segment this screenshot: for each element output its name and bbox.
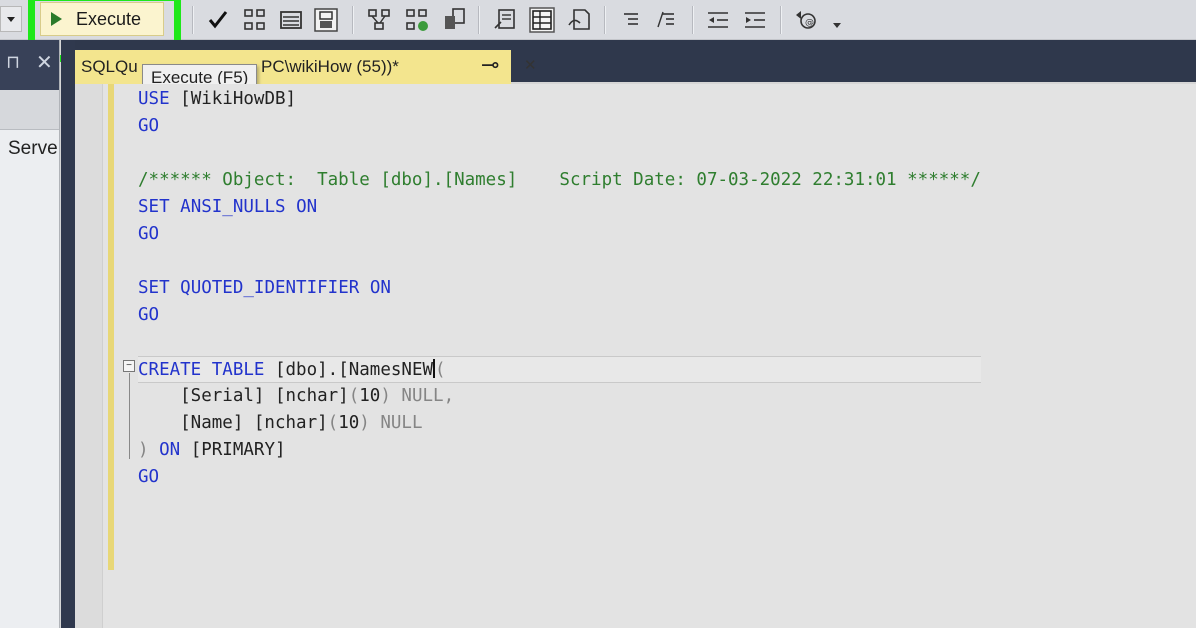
dropdown-icon[interactable] [0, 6, 22, 32]
code-token: USE [138, 89, 181, 109]
toolbar-overflow-icon[interactable] [824, 7, 841, 33]
code-line[interactable]: GO [138, 464, 981, 491]
results-grid-icon[interactable] [529, 7, 555, 33]
code-token: ON [369, 278, 391, 298]
pin-icon[interactable]: ⊓ [6, 52, 20, 73]
code-token: NULL [380, 413, 423, 433]
code-token: GO [138, 467, 160, 487]
code-token: ON [296, 197, 318, 217]
toolbar-separator [478, 6, 480, 34]
code-token: ( [435, 360, 446, 380]
parse-tree-icon[interactable] [242, 7, 268, 33]
code-token: ON [159, 440, 191, 460]
code-line[interactable]: CREATE TABLE [dbo].[NamesNEW( [138, 356, 981, 383]
toolbar-separator [780, 6, 782, 34]
code-token: [dbo].[NamesNEW [274, 360, 434, 380]
query-options-icon[interactable] [313, 7, 339, 33]
code-line[interactable]: [Name] [nchar](10) NULL [138, 410, 981, 437]
code-line[interactable]: SET ANSI_NULLS ON [138, 194, 981, 221]
change-indicator-bar [108, 84, 114, 570]
code-token: ) [359, 413, 381, 433]
toolbar-separator [604, 6, 606, 34]
code-token: ( [327, 413, 339, 433]
svg-text:@: @ [805, 18, 814, 28]
results-text-icon[interactable] [492, 7, 518, 33]
code-token: QUOTED_IDENTIFIER [180, 278, 370, 298]
code-token: /****** Object: Table [dbo].[Names] Scri… [138, 170, 981, 190]
code-line[interactable]: GO [138, 221, 981, 248]
toolbar-separator [352, 6, 354, 34]
query-editor[interactable]: − USE [WikiHowDB] GO /****** Object: Tabl… [75, 84, 1196, 628]
code-token: ( [348, 386, 360, 406]
checkmark-icon[interactable] [205, 7, 231, 33]
panel-divider[interactable] [61, 40, 75, 628]
panel-header: ⊓ ✕ [0, 40, 59, 90]
include-stats-icon[interactable] [404, 7, 430, 33]
code-area[interactable]: USE [WikiHowDB] GO /****** Object: Table … [138, 84, 981, 491]
indent-icon[interactable] [742, 7, 768, 33]
toolbar-separator [692, 6, 694, 34]
display-plan-icon[interactable] [278, 7, 304, 33]
close-tab-icon[interactable]: ✕ [524, 56, 537, 74]
panel-label[interactable]: Serve [0, 130, 59, 160]
code-token: CREATE [138, 360, 212, 380]
code-line[interactable]: [Serial] [nchar](10) NULL, [138, 383, 981, 410]
editor-gutter [75, 84, 103, 628]
toolbar-separator [192, 6, 194, 34]
close-icon[interactable]: ✕ [36, 50, 53, 75]
code-line[interactable] [138, 248, 981, 275]
results-file-icon[interactable] [566, 7, 592, 33]
code-token: [Name] [nchar] [138, 413, 328, 433]
estimated-plan-icon[interactable] [366, 7, 392, 33]
code-token: 10 [338, 413, 360, 433]
code-token: GO [138, 224, 160, 244]
code-token: 10 [359, 386, 381, 406]
code-token: SET [138, 197, 181, 217]
code-line[interactable] [138, 140, 981, 167]
comment-icon[interactable] [618, 7, 644, 33]
outdent-icon[interactable] [705, 7, 731, 33]
code-line[interactable] [138, 329, 981, 356]
code-token: [WikiHowDB] [180, 89, 297, 109]
code-token: TABLE [211, 360, 275, 380]
code-token: ANSI_NULLS [180, 197, 297, 217]
code-line[interactable]: GO [138, 113, 981, 140]
uncomment-icon[interactable] [654, 7, 680, 33]
panel-toolbar [0, 90, 59, 130]
code-token: GO [138, 305, 160, 325]
code-token: GO [138, 116, 160, 136]
code-line[interactable]: SET QUOTED_IDENTIFIER ON [138, 275, 981, 302]
code-line[interactable]: /****** Object: Table [dbo].[Names] Scri… [138, 167, 981, 194]
collapse-icon[interactable]: − [123, 360, 135, 372]
results-to-icon[interactable] [441, 7, 467, 33]
code-line[interactable]: USE [WikiHowDB] [138, 86, 981, 113]
specify-values-icon[interactable]: @ [793, 7, 819, 33]
outline-line [129, 373, 130, 459]
code-token: [Serial] [nchar] [138, 386, 349, 406]
code-token: [PRIMARY] [190, 440, 286, 460]
code-token: NULL, [401, 386, 455, 406]
code-line[interactable]: GO [138, 302, 981, 329]
code-token: ) [380, 386, 402, 406]
pin-tab-icon[interactable]: ⊸ [481, 52, 499, 78]
code-token: ) [138, 440, 160, 460]
code-token: SET [138, 278, 181, 298]
code-line[interactable]: ) ON [PRIMARY] [138, 437, 981, 464]
object-explorer-panel: ⊓ ✕ Serve [0, 40, 60, 628]
tab-query[interactable]: SQLQu PC\wikiHow (55))* ⊸ ✕ [75, 50, 537, 84]
